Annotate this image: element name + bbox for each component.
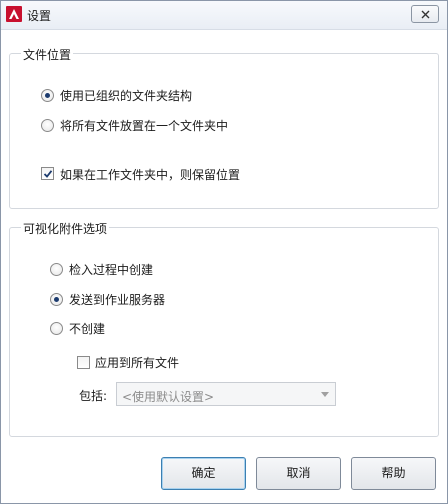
chevron-down-icon [321,392,329,397]
help-button[interactable]: 帮助 [351,457,436,490]
checkbox-keep-location-label[interactable]: 如果在工作文件夹中，则保留位置 [60,166,240,183]
radio-organized-structure-label[interactable]: 使用已组织的文件夹结构 [60,87,192,104]
settings-dialog: 设置 文件位置 使用已组织的文件夹结构 将所有文件放置在一个文件夹中 如果在工作… [0,0,448,504]
include-label: 包括: [79,389,108,403]
ok-button[interactable]: 确定 [161,457,246,490]
window-title: 设置 [27,9,52,23]
radio-do-not-create[interactable] [50,322,63,335]
check-icon [43,170,53,178]
autodesk-logo-icon [6,6,22,22]
xref-options-title: 可视化附件选项 [21,220,110,237]
checkbox-apply-all-files[interactable] [77,356,90,369]
radio-organized-structure[interactable] [41,89,54,102]
radio-send-to-job-server[interactable] [50,293,63,306]
include-dropdown-value: <使用默认设置> [122,390,215,404]
checkbox-apply-all-files-label[interactable]: 应用到所有文件 [95,354,179,371]
close-icon [421,10,430,19]
radio-single-folder[interactable] [41,119,54,132]
radio-create-on-checkin-label[interactable]: 检入过程中创建 [69,261,153,278]
title-bar[interactable]: 设置 [1,1,447,30]
cancel-button[interactable]: 取消 [256,457,341,490]
include-dropdown[interactable]: <使用默认设置> [116,382,336,406]
radio-single-folder-label[interactable]: 将所有文件放置在一个文件夹中 [60,117,228,134]
radio-send-to-job-server-label[interactable]: 发送到作业服务器 [69,291,165,308]
close-button[interactable] [411,5,439,23]
radio-do-not-create-label[interactable]: 不创建 [69,320,105,337]
checkbox-keep-location[interactable] [41,167,54,180]
file-location-title: 文件位置 [21,46,74,63]
radio-create-on-checkin[interactable] [50,263,63,276]
